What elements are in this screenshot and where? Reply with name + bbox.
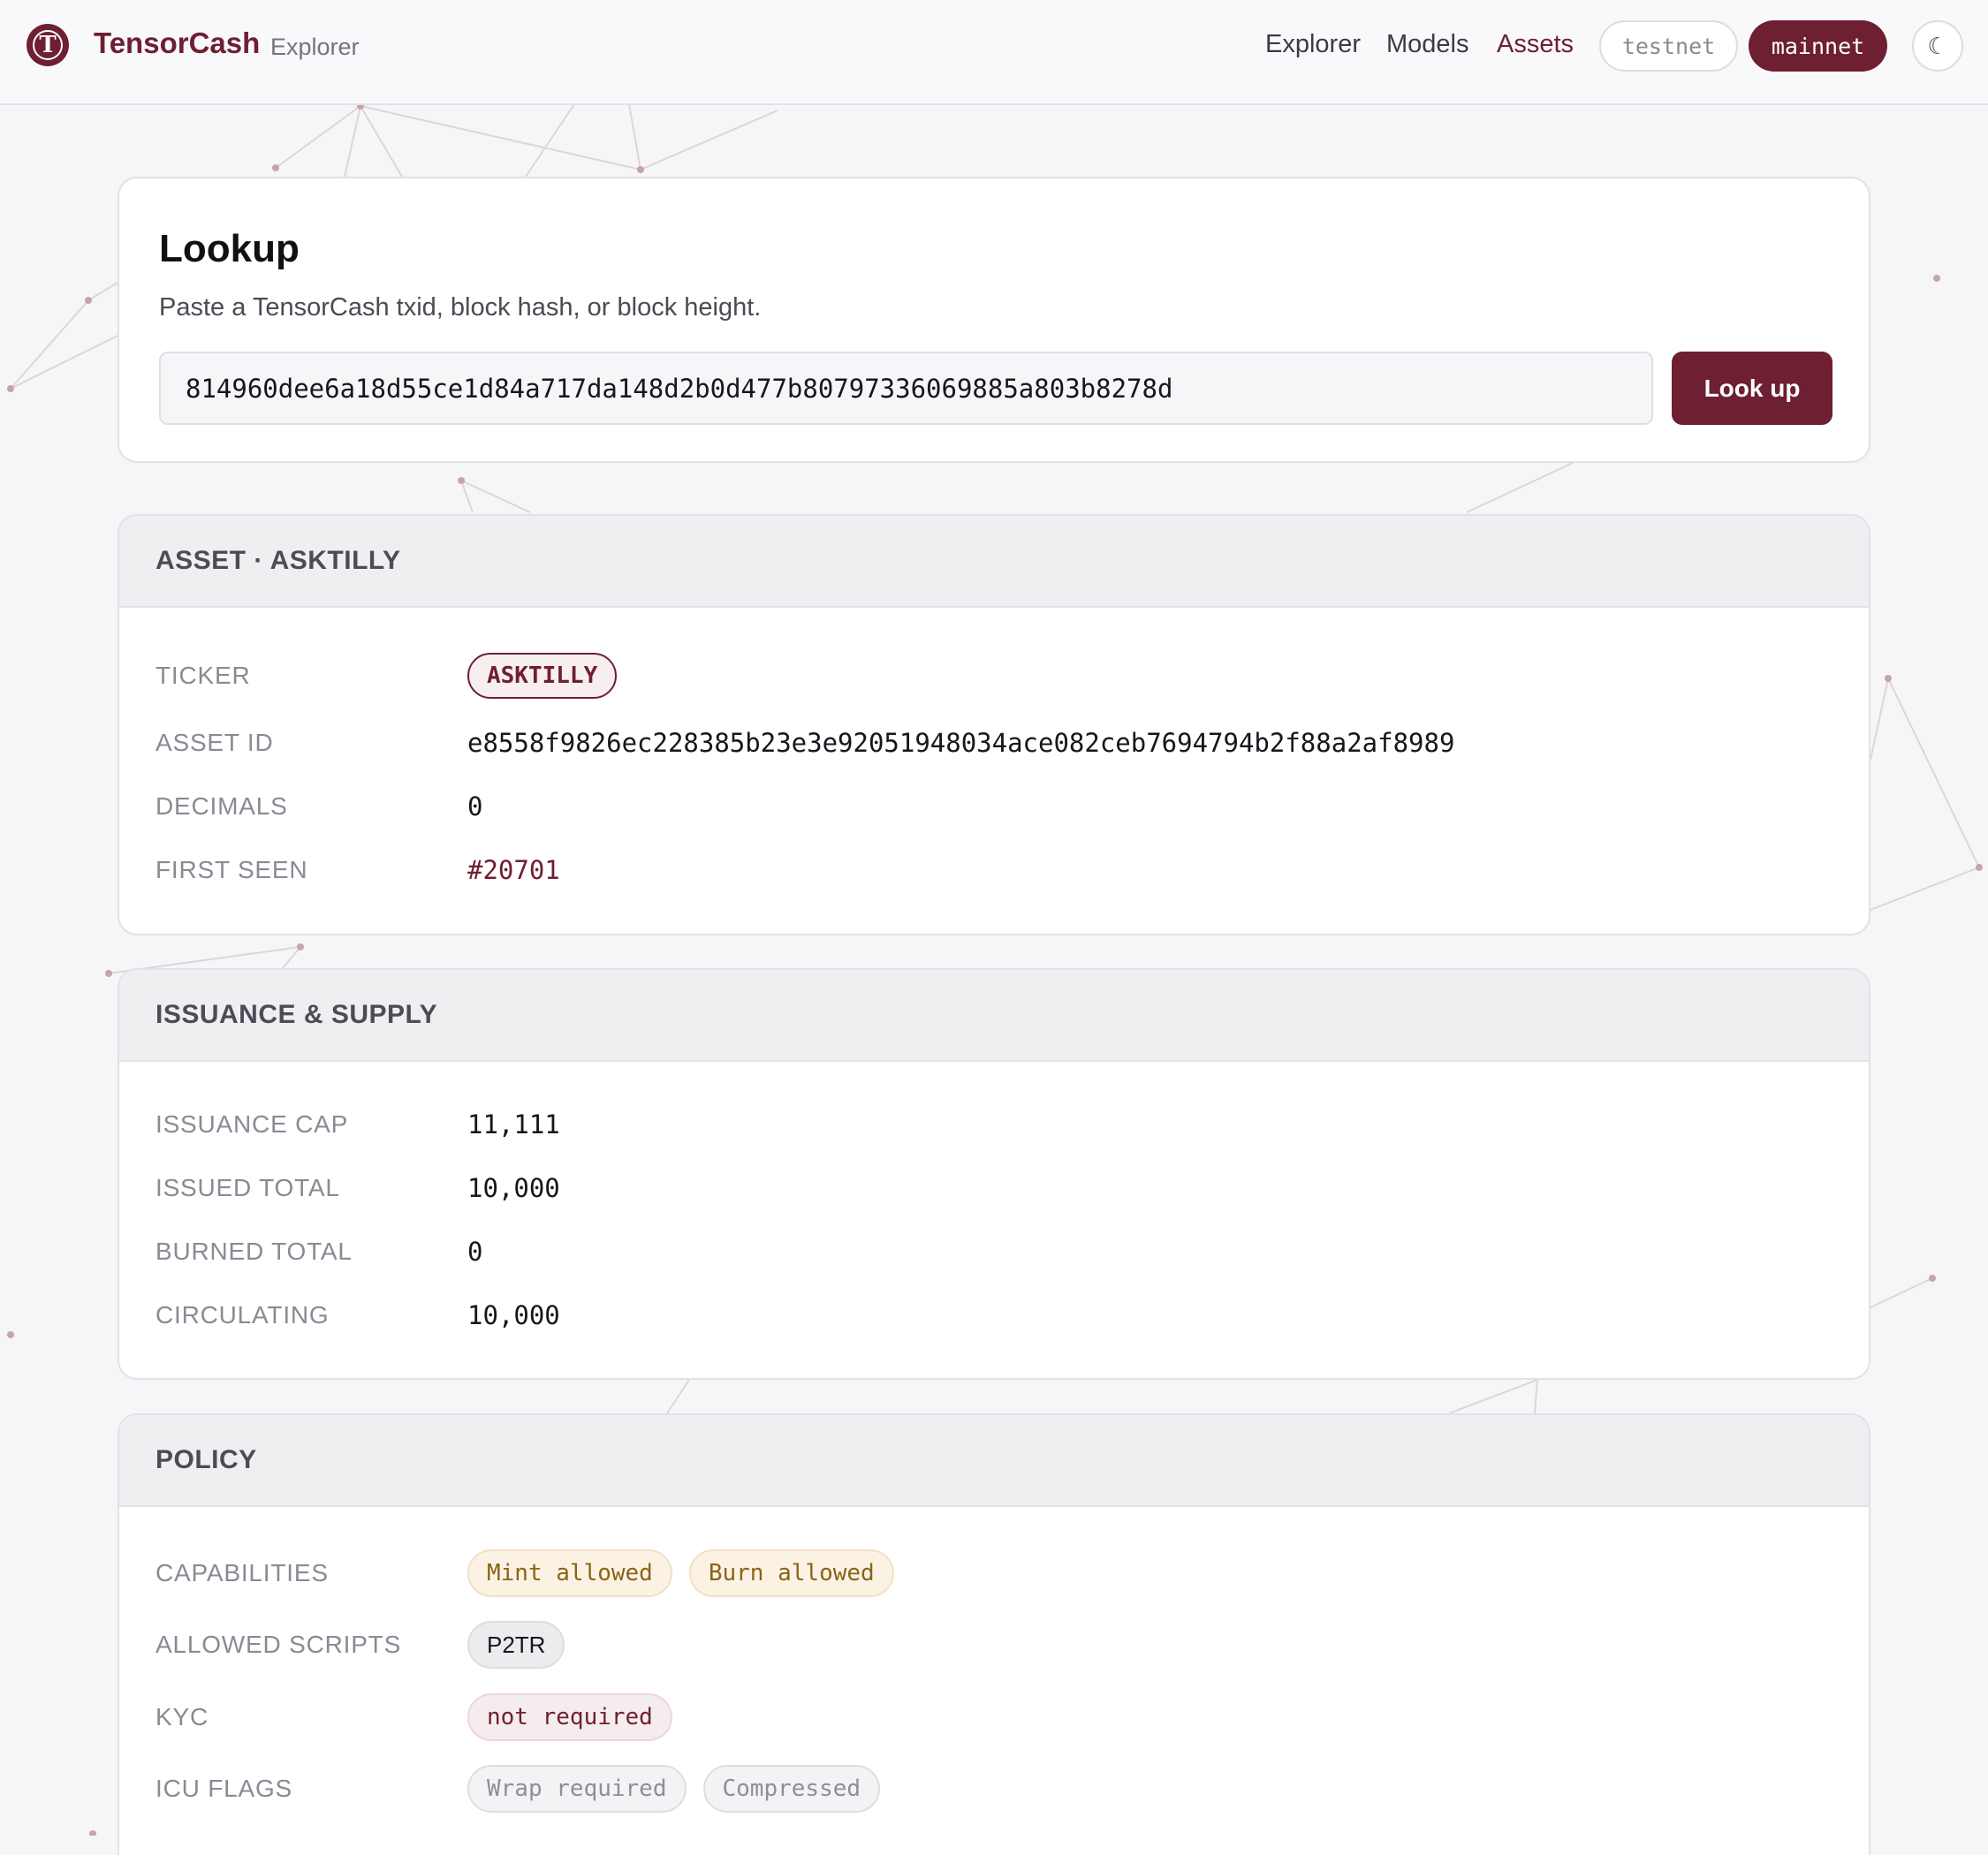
asset-card: ASSET · ASKTILLY TICKER ASKTILLY ASSET I…	[118, 514, 1870, 935]
issuance-cap-label: ISSUANCE CAP	[156, 1110, 349, 1138]
theme-toggle-moon-icon[interactable]: ☾	[1912, 20, 1963, 72]
issuance-supply-card: ISSUANCE & SUPPLY ISSUANCE CAP 11,111 IS…	[118, 968, 1870, 1380]
kyc-label: KYC	[156, 1703, 209, 1730]
issued-total-row: ISSUED TOTAL 10,000	[156, 1163, 560, 1213]
first-seen-label: FIRST SEEN	[156, 856, 308, 883]
issued-total-label: ISSUED TOTAL	[156, 1174, 340, 1201]
nav-models-link[interactable]: Models	[1386, 30, 1469, 59]
supply-section-heading: ISSUANCE & SUPPLY	[119, 970, 1869, 1062]
lookup-card: Lookup Paste a TensorCash txid, block ha…	[118, 177, 1870, 463]
decimals-label: DECIMALS	[156, 792, 288, 820]
burned-total-label: BURNED TOTAL	[156, 1238, 353, 1265]
asset-section-heading: ASSET · ASKTILLY	[119, 516, 1869, 608]
icu-compressed-badge: Compressed	[702, 1765, 881, 1813]
decimals-row: DECIMALS 0	[156, 782, 482, 831]
ticker-label: TICKER	[156, 662, 251, 689]
first-seen-row: FIRST SEEN #20701	[156, 845, 560, 895]
lookup-button[interactable]: Look up	[1672, 352, 1832, 425]
capabilities-row: CAPABILITIES Mint allowed Burn allowed	[156, 1548, 911, 1598]
issuance-cap-row: ISSUANCE CAP 11,111	[156, 1100, 560, 1149]
allowed-scripts-label: ALLOWED SCRIPTS	[156, 1631, 402, 1658]
kyc-row: KYC not required	[156, 1692, 689, 1742]
nav-assets-link[interactable]: Assets	[1497, 30, 1574, 59]
nav-explorer-link[interactable]: Explorer	[1265, 30, 1361, 59]
decimals-value: 0	[467, 791, 483, 822]
logo-letter: T	[33, 30, 63, 60]
icu-flags-row: ICU FLAGS Wrap required Compressed	[156, 1764, 897, 1813]
asset-id-label: ASSET ID	[156, 729, 274, 756]
ticker-badge: ASKTILLY	[467, 653, 618, 699]
capability-burn-badge: Burn allowed	[688, 1549, 894, 1597]
circulating-value: 10,000	[467, 1300, 560, 1330]
asset-id-value: e8558f9826ec228385b23e3e92051948034ace08…	[467, 728, 1455, 758]
top-navigation-bar: T TensorCash Explorer Explorer Models As…	[0, 0, 1988, 105]
burned-total-row: BURNED TOTAL 0	[156, 1227, 482, 1276]
first-seen-block-link[interactable]: #20701	[467, 855, 560, 885]
policy-section-heading: POLICY	[119, 1415, 1869, 1507]
tensorcash-logo-icon[interactable]: T	[27, 24, 69, 66]
icu-wrap-required-badge: Wrap required	[467, 1765, 687, 1813]
network-testnet-button[interactable]: testnet	[1599, 20, 1738, 72]
lookup-description: Paste a TensorCash txid, block hash, or …	[159, 293, 762, 322]
capability-mint-badge: Mint allowed	[467, 1549, 672, 1597]
icu-flags-label: ICU FLAGS	[156, 1775, 293, 1802]
policy-card: POLICY CAPABILITIES Mint allowed Burn al…	[118, 1413, 1870, 1855]
lookup-search-input[interactable]	[159, 352, 1653, 425]
asset-id-row: ASSET ID e8558f9826ec228385b23e3e9205194…	[156, 718, 1454, 768]
network-mainnet-button[interactable]: mainnet	[1749, 20, 1887, 72]
circulating-row: CIRCULATING 10,000	[156, 1291, 560, 1340]
lookup-title: Lookup	[159, 227, 300, 270]
burned-total-value: 0	[467, 1237, 483, 1267]
script-p2tr-badge: P2TR	[467, 1621, 565, 1669]
circulating-label: CIRCULATING	[156, 1301, 330, 1329]
capabilities-label: CAPABILITIES	[156, 1559, 329, 1586]
kyc-status-badge: not required	[467, 1693, 672, 1741]
allowed-scripts-row: ALLOWED SCRIPTS P2TR	[156, 1620, 581, 1670]
ticker-row: TICKER ASKTILLY	[156, 651, 634, 700]
brand-subtitle: Explorer	[270, 34, 360, 60]
brand-name[interactable]: TensorCash	[94, 26, 260, 60]
issuance-cap-value: 11,111	[467, 1109, 560, 1140]
issued-total-value: 10,000	[467, 1173, 560, 1203]
